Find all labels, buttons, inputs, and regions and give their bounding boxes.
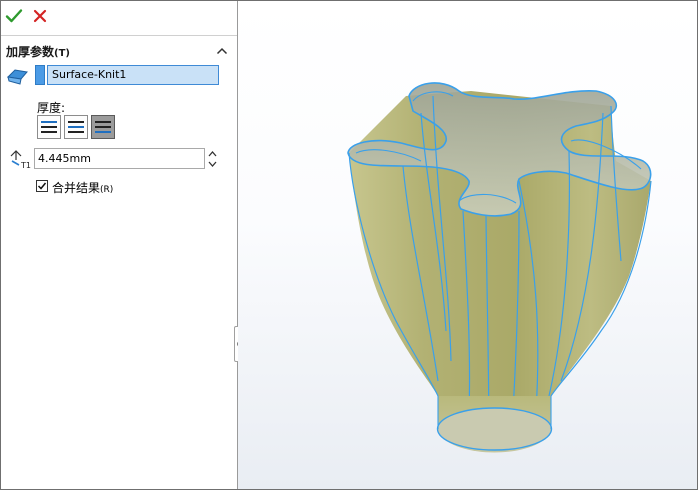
thickness-value-input[interactable]: 4.445mm bbox=[34, 148, 205, 169]
feature-window: 加厚参数(T) Surface-Knit1 厚度: T1 4.445mm 合并结… bbox=[0, 0, 698, 490]
surface-selection-box[interactable]: Surface-Knit1 bbox=[47, 65, 219, 85]
header-divider bbox=[1, 35, 237, 36]
chevron-up-icon[interactable] bbox=[216, 45, 228, 55]
graphics-viewport[interactable] bbox=[238, 1, 697, 489]
surface-face-icon bbox=[6, 66, 29, 86]
selection-color-swatch bbox=[35, 65, 45, 85]
section-title-text: 加厚参数 bbox=[6, 45, 55, 59]
cancel-button[interactable] bbox=[31, 7, 49, 25]
merge-result-checkbox[interactable] bbox=[36, 180, 48, 192]
thickened-surface-model bbox=[347, 82, 652, 453]
x-icon bbox=[33, 9, 47, 23]
thickness-dimension-icon: T1 bbox=[8, 148, 32, 170]
merge-result-text: 合并结果 bbox=[52, 181, 101, 195]
merge-result-hotkey: (R) bbox=[100, 185, 114, 195]
thicken-side-1-icon bbox=[41, 121, 57, 133]
merge-result-label[interactable]: 合并结果(R) bbox=[52, 179, 113, 196]
thicken-both-sides-icon bbox=[68, 121, 84, 133]
ok-button[interactable] bbox=[5, 7, 23, 25]
section-title[interactable]: 加厚参数(T) bbox=[6, 43, 70, 60]
check-icon bbox=[5, 9, 23, 23]
thickness-label: 厚度: bbox=[37, 101, 66, 115]
property-manager-panel: 加厚参数(T) Surface-Knit1 厚度: T1 4.445mm 合并结… bbox=[1, 1, 238, 489]
spinner-arrows-icon bbox=[208, 151, 217, 167]
thicken-side-2-icon bbox=[95, 121, 111, 133]
thicken-both-sides-button[interactable] bbox=[64, 115, 88, 139]
thicken-side-1-button[interactable] bbox=[37, 115, 61, 139]
thickness-spinner[interactable] bbox=[206, 148, 219, 170]
svg-text:T1: T1 bbox=[20, 161, 31, 170]
section-title-hotkey: (T) bbox=[54, 48, 70, 59]
base-edge bbox=[436, 407, 553, 451]
checkmark-icon bbox=[37, 182, 47, 190]
thicken-side-2-button[interactable] bbox=[91, 115, 115, 139]
